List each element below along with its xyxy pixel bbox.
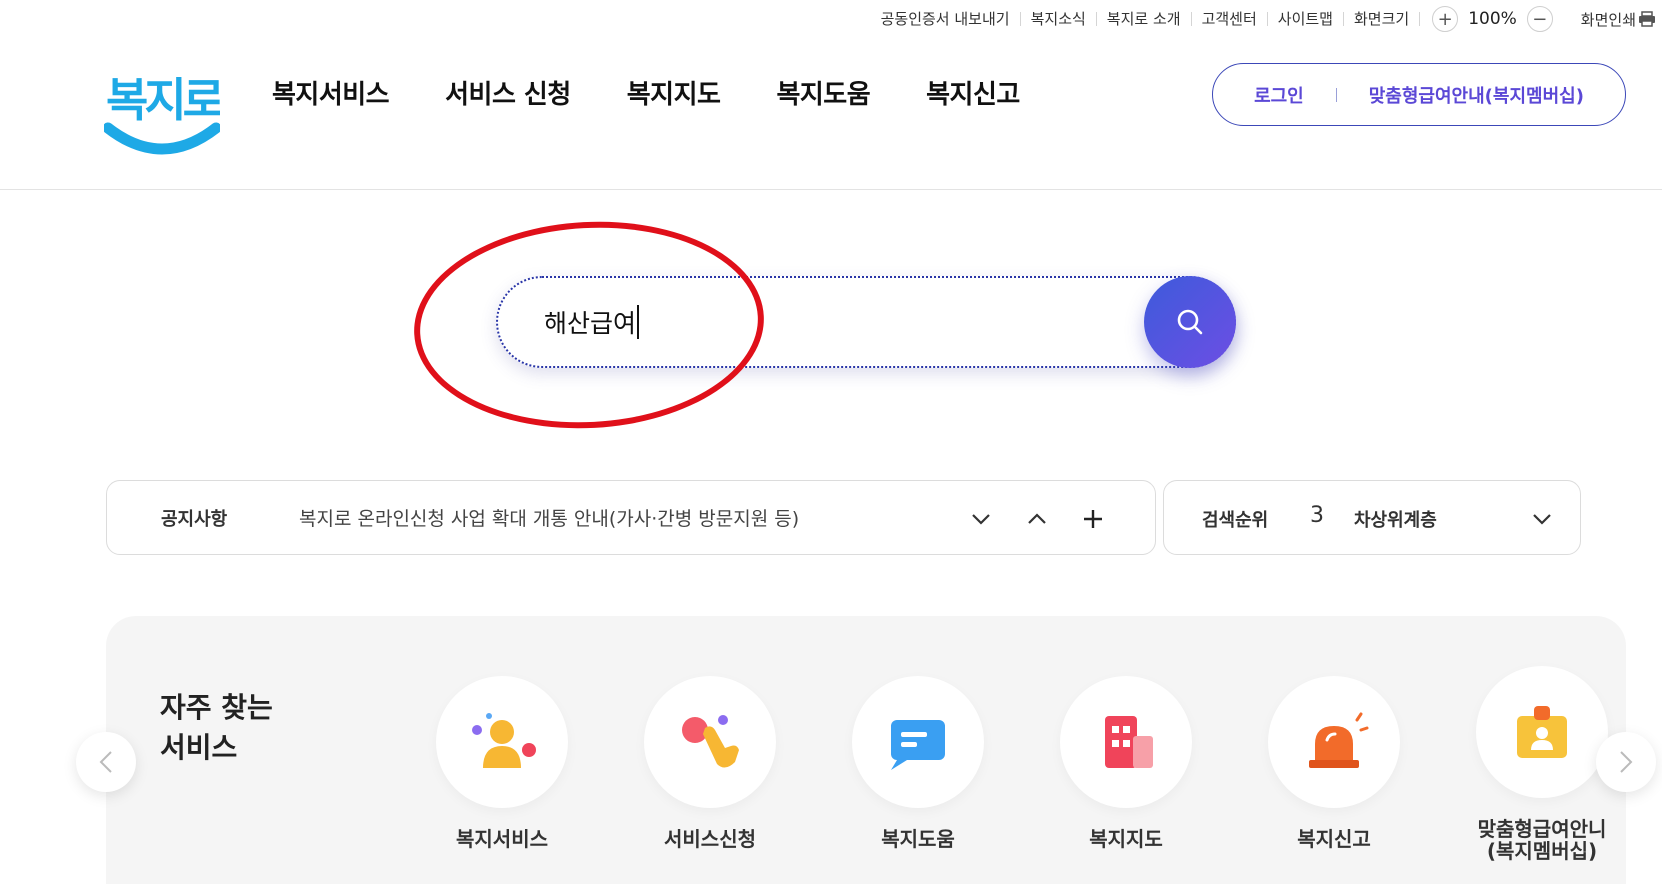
plus-icon (1084, 510, 1102, 528)
notice-more-button[interactable] (1079, 505, 1107, 533)
frequent-services-panel: 자주 찾는 서비스 복지서비스 서비스신청 복지도움 복지지도 복지신고 맞춤형… (106, 616, 1626, 884)
service-name: 맞춤형급여안니 (복지멤버십) (1477, 817, 1607, 863)
service-icon-circle (436, 676, 568, 808)
service-welfare-map[interactable]: 복지지도 (1036, 676, 1216, 850)
text-cursor (637, 305, 639, 339)
util-link-customer-center[interactable]: 고객센터 (1192, 12, 1268, 27)
nav-welfare-help[interactable]: 복지도움 (776, 74, 870, 111)
search-icon (1177, 309, 1203, 335)
nav-welfare-service[interactable]: 복지서비스 (272, 74, 390, 111)
rank-expand-button[interactable] (1528, 505, 1556, 533)
util-link-cert-export[interactable]: 공동인증서 내보내기 (871, 12, 1021, 27)
rank-term-link[interactable]: 차상위계층 (1354, 506, 1437, 532)
util-link-about[interactable]: 복지로 소개 (1097, 12, 1192, 27)
notice-label: 공지사항 (161, 508, 228, 530)
search-area (496, 276, 1236, 368)
zoom-control: + 100% − (1420, 6, 1565, 32)
notice-prev-button[interactable] (1023, 505, 1051, 533)
service-name: 복지신고 (1297, 827, 1371, 851)
service-icon-circle (644, 676, 776, 808)
service-icon-circle (1060, 676, 1192, 808)
building-icon (1105, 716, 1153, 768)
service-icon-circle (1268, 676, 1400, 808)
zoom-value: 100% (1468, 9, 1517, 29)
siren-icon (1309, 712, 1369, 768)
service-welfare-report[interactable]: 복지신고 (1244, 676, 1424, 850)
zoom-out-button[interactable]: − (1526, 6, 1553, 32)
frequent-services-title: 자주 찾는 서비스 (160, 691, 273, 764)
printer-icon (1639, 11, 1655, 27)
carousel-prev-button[interactable] (76, 732, 136, 792)
service-name: 복지도움 (881, 827, 955, 851)
site-header: 공동인증서 내보내기 복지소식 복지로 소개 고객센터 사이트맵 화면크기 + … (0, 0, 1662, 190)
membership-link[interactable]: 맞춤형급여안내(복지멤버십) (1369, 82, 1584, 108)
message-card-icon (891, 720, 945, 770)
notice-text-link[interactable]: 복지로 온라인신청 사업 확대 개통 안내(가사·간병 방문지원 등) (299, 504, 799, 531)
util-link-sitemap[interactable]: 사이트맵 (1268, 12, 1344, 27)
service-name: 복지서비스 (456, 827, 548, 851)
search-input[interactable] (544, 298, 1104, 346)
print-label: 화면인쇄 (1580, 10, 1636, 29)
main-nav: 복지서비스 서비스 신청 복지지도 복지도움 복지신고 (272, 74, 1076, 111)
chevron-left-icon (99, 751, 112, 773)
carousel-next-button[interactable] (1596, 732, 1656, 792)
search-rank-bar: 검색순위 3 차상위계층 (1163, 480, 1581, 555)
chevron-down-icon (972, 514, 990, 525)
chevron-down-icon (1533, 514, 1551, 525)
chevron-up-icon (1028, 513, 1046, 524)
util-label-screen-size: 화면크기 (1344, 12, 1421, 27)
login-divider (1335, 87, 1337, 102)
notice-next-button[interactable] (967, 505, 995, 533)
service-name: 서비스신청 (664, 827, 756, 851)
rank-number: 3 (1310, 503, 1324, 528)
util-link-news[interactable]: 복지소식 (1021, 12, 1097, 27)
service-icon-circle (852, 676, 984, 808)
login-box: 로그인 맞춤형급여안내(복지멤버십) (1212, 63, 1626, 126)
people-icon (472, 713, 536, 768)
bokjiro-logo[interactable]: 복지로 (104, 58, 220, 166)
login-link[interactable]: 로그인 (1254, 82, 1304, 108)
logo-text: 복지로 (106, 73, 220, 127)
search-button[interactable] (1144, 276, 1236, 368)
chevron-right-icon (1620, 751, 1633, 773)
service-service-apply[interactable]: 서비스신청 (620, 676, 800, 850)
nav-welfare-map[interactable]: 복지지도 (627, 74, 721, 111)
hand-click-icon (682, 715, 739, 768)
service-welfare-service[interactable]: 복지서비스 (412, 676, 592, 850)
service-welfare-help[interactable]: 복지도움 (828, 676, 1008, 850)
service-icon-circle (1476, 666, 1608, 798)
print-button[interactable]: 화면인쇄 (1565, 9, 1662, 30)
id-badge-icon (1517, 706, 1567, 758)
zoom-in-button[interactable]: + (1432, 6, 1459, 32)
service-name: 복지지도 (1089, 827, 1163, 851)
rank-label: 검색순위 (1202, 510, 1269, 531)
nav-welfare-report[interactable]: 복지신고 (926, 74, 1020, 111)
nav-service-apply[interactable]: 서비스 신청 (445, 74, 571, 111)
utility-bar: 공동인증서 내보내기 복지소식 복지로 소개 고객센터 사이트맵 화면크기 + … (871, 6, 1662, 32)
notice-bar: 공지사항 복지로 온라인신청 사업 확대 개통 안내(가사·간병 방문지원 등) (106, 480, 1156, 555)
